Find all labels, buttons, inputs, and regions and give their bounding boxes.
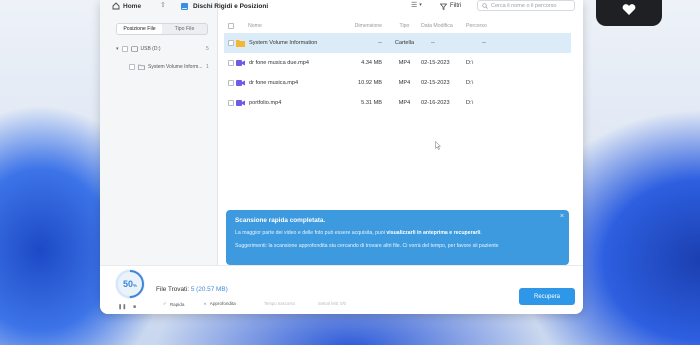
pause-button[interactable]: ❚❚ [118, 304, 126, 310]
files-found: File Trovati: 5 (20.57 MB) [156, 286, 228, 293]
notice-title: Scansione rapida completata. [235, 217, 326, 224]
video-icon [236, 100, 245, 106]
list-view-icon: ☰ [411, 2, 418, 9]
file-type: MP4 [398, 60, 411, 66]
video-icon [236, 60, 245, 66]
file-size: 5.31 MB [361, 100, 382, 106]
folder-outline-icon [138, 64, 145, 70]
video-icon [236, 80, 245, 86]
sidebar-tabs: Posizione File Tipo File [116, 23, 208, 35]
tree-checkbox[interactable] [121, 46, 128, 52]
header-type[interactable]: Tipo [388, 23, 421, 29]
file-name: portfolio.mp4 [249, 100, 282, 106]
chevron-down-icon: ▾ [419, 2, 422, 8]
search-placeholder: Cerca il nome o il percorso [491, 2, 557, 9]
file-size: -- [378, 40, 382, 46]
breadcrumb: Dischi Rigidi e Posizioni [180, 0, 268, 12]
row-checkbox[interactable] [228, 100, 234, 106]
filter-button[interactable]: Filtri [440, 0, 461, 12]
drive-icon [181, 2, 188, 10]
tab-tipo-file[interactable]: Tipo File [162, 24, 207, 34]
tree-item-count: 5 [206, 46, 209, 52]
up-arrow-icon[interactable]: ⇧ [160, 1, 166, 9]
file-date: 02-15-2023 [421, 60, 450, 66]
file-type: MP4 [398, 100, 411, 106]
breadcrumb-title: Dischi Rigidi e Posizioni [193, 2, 269, 10]
file-type: MP4 [398, 80, 411, 86]
scan-complete-notification: × Scansione rapida completata. La maggio… [226, 210, 569, 265]
sectors-read: Settori letti: 0/0 [318, 301, 346, 306]
deep-scan-status: ◐ Approfondita [204, 301, 236, 306]
tree-item-usb[interactable]: ▾ USB (D:) [116, 44, 161, 54]
home-icon [112, 2, 120, 10]
row-checkbox[interactable] [228, 60, 234, 66]
usb-drive-icon [130, 46, 138, 52]
file-size: 10.92 MB [358, 80, 382, 86]
header-date[interactable]: Data Modifica [421, 23, 466, 29]
quick-scan-status: ✓ Rapida [163, 301, 185, 307]
filter-label: Filtri [450, 3, 462, 9]
scan-progress: 50% [115, 269, 145, 299]
tab-posizione-file[interactable]: Posizione File [117, 24, 162, 34]
table-row[interactable]: dr fone musica due.mp4 4.34 MB MP4 02-15… [224, 53, 571, 73]
row-checkbox[interactable] [228, 80, 234, 86]
header-name[interactable]: Nome [236, 23, 343, 29]
stop-button[interactable]: ■ [133, 304, 136, 310]
file-size: 4.34 MB [361, 60, 382, 66]
tree-item-system-volume[interactable]: System Volume Inform... [129, 62, 202, 72]
progress-percent: 50% [122, 279, 138, 289]
file-date: -- [431, 40, 435, 46]
file-date: 02-15-2023 [421, 80, 450, 86]
home-label: Home [123, 2, 142, 10]
header-path[interactable]: Percorso [466, 23, 506, 29]
heart-icon [622, 4, 636, 15]
select-all-checkbox[interactable] [228, 22, 234, 29]
file-name: dr fone musica.mp4 [249, 80, 299, 86]
tree-item-count: 1 [206, 64, 209, 70]
home-button[interactable]: Home [112, 0, 141, 12]
notice-line-1: La maggior parte dei video e delle foto … [235, 230, 482, 236]
recovery-app-window: Home ⇧ Dischi Rigidi e Posizioni ☰ ▾ Fil… [100, 0, 583, 314]
tree-item-label: USB (D:) [140, 46, 161, 52]
file-name: System Volume Information [249, 40, 318, 46]
header-size[interactable]: Dimensione [343, 23, 388, 29]
file-path: D:\ [466, 100, 474, 106]
folder-icon [236, 40, 245, 47]
close-icon[interactable]: × [560, 213, 564, 220]
mouse-cursor-icon [435, 141, 441, 150]
table-row[interactable]: System Volume Information -- Cartella --… [224, 33, 571, 53]
row-checkbox[interactable] [228, 40, 234, 46]
file-table: Nome Dimensione Tipo Data Modifica Perco… [224, 18, 571, 113]
view-mode-button[interactable]: ☰ ▾ [411, 1, 422, 9]
app-tile[interactable] [596, 0, 662, 26]
file-date: 02-16-2023 [421, 100, 450, 106]
checkmark-icon: ✓ [163, 301, 167, 306]
table-header: Nome Dimensione Tipo Data Modifica Perco… [224, 18, 571, 33]
elapsed-time: Tempo trascorso [264, 301, 295, 306]
tree-checkbox[interactable] [129, 64, 135, 70]
file-path: -- [482, 40, 486, 46]
file-path: D:\ [466, 60, 474, 66]
preview-recover-link[interactable]: visualizzarli in anteprima e recuperarli [386, 230, 480, 236]
deep-scan-icon: ◐ [204, 301, 207, 306]
file-type: Cartella [394, 40, 415, 46]
notice-line-2: Suggerimenti: la scansione approfondita … [235, 243, 499, 249]
table-row[interactable]: portfolio.mp4 5.31 MB MP4 02-16-2023 D:\ [224, 93, 571, 113]
recover-button[interactable]: Recupera [519, 288, 575, 305]
filter-icon [440, 3, 447, 10]
table-row[interactable]: dr fone musica.mp4 10.92 MB MP4 02-15-20… [224, 73, 571, 93]
file-path: D:\ [466, 80, 474, 86]
left-panel [100, 0, 218, 265]
search-icon [482, 2, 488, 9]
search-input[interactable]: Cerca il nome o il percorso [477, 0, 575, 11]
tree-item-label: System Volume Inform... [148, 64, 203, 70]
status-bar: 50% ❚❚ ■ File Trovati: 5 (20.57 MB) ✓ Ra… [100, 265, 583, 314]
file-name: dr fone musica due.mp4 [249, 60, 310, 66]
expand-arrow-icon[interactable]: ▾ [116, 46, 119, 52]
